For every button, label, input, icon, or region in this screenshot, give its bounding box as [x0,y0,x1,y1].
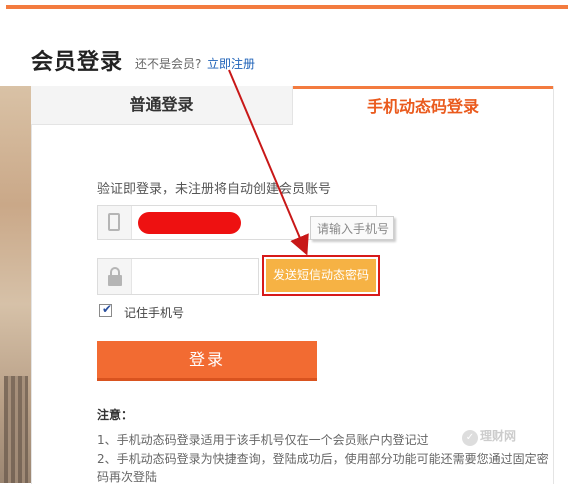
remember-label: 记住手机号 [124,306,185,320]
send-code-button[interactable]: 发送短信动态密码 [266,259,376,292]
page-title: 会员登录 [31,50,124,75]
redacted-phone-number [138,212,241,234]
lock-icon-cell [98,259,132,294]
login-hint: 验证即登录，未注册将自动创建会员账号 [97,182,332,197]
notice-line-2: 2、手机动态码登录为快捷查询，登陆成功后，使用部分功能可能还需要您通过固定密码再… [97,452,549,484]
lock-icon-body [108,275,122,286]
watermark-text: 理财网 [480,429,517,443]
not-member-text: 还不是会员? [135,57,202,71]
remember-checkbox[interactable]: ✔ [99,302,113,317]
tab-normal-login[interactable]: 普通登录 [31,86,293,125]
phone-icon-cell [98,206,132,239]
phone-icon [108,213,120,231]
register-link[interactable]: 立即注册 [207,55,255,72]
watermark-icon: ✓ [462,430,478,446]
login-tabs: 普通登录 手机动态码登录 [31,86,553,125]
phone-tooltip: 请输入手机号 [310,216,394,240]
login-button[interactable]: 登录 [97,341,317,381]
background-image [0,86,31,483]
watermark: ✓ 理财网 [462,427,516,446]
check-icon: ✔ [102,302,113,316]
tab-sms-login[interactable]: 手机动态码登录 [293,86,553,124]
top-accent-bar [6,5,568,9]
building-graphic [4,376,28,483]
notice-title: 注意： [97,408,134,422]
sms-code-input[interactable] [97,258,259,295]
